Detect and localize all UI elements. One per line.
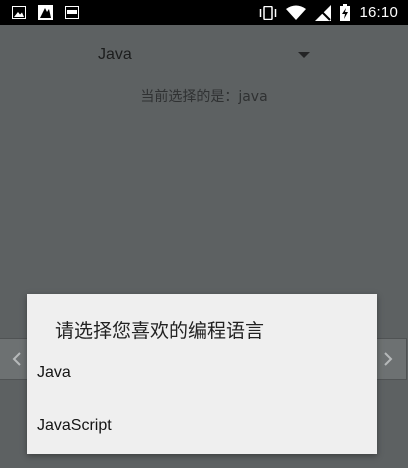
status-time: 16:10	[359, 4, 398, 21]
current-selection-text: 当前选择的是：java	[140, 89, 268, 105]
ftp-icon	[65, 6, 79, 19]
no-signal-icon	[315, 4, 332, 21]
language-picker-dialog: 请选择您喜欢的编程语言 Java JavaScript	[27, 294, 377, 454]
transfer-icon	[38, 5, 53, 20]
dialog-title: 请选择您喜欢的编程语言	[55, 320, 265, 342]
status-left-icons	[12, 5, 79, 20]
language-spinner[interactable]: Java	[84, 37, 316, 73]
status-right-icons: 16:10	[259, 4, 398, 21]
chevron-left-icon	[12, 352, 21, 366]
battery-charging-icon	[340, 4, 351, 21]
vibrate-icon	[260, 5, 277, 20]
dialog-option-java[interactable]: Java	[27, 348, 377, 398]
dropdown-arrow-icon	[298, 52, 310, 58]
spinner-selected-value: Java	[98, 46, 132, 63]
image-icon	[12, 6, 26, 19]
chevron-right-icon	[384, 352, 393, 366]
dialog-option-javascript[interactable]: JavaScript	[27, 401, 377, 451]
status-bar: 16:10	[0, 0, 408, 25]
wifi-icon	[286, 5, 307, 20]
